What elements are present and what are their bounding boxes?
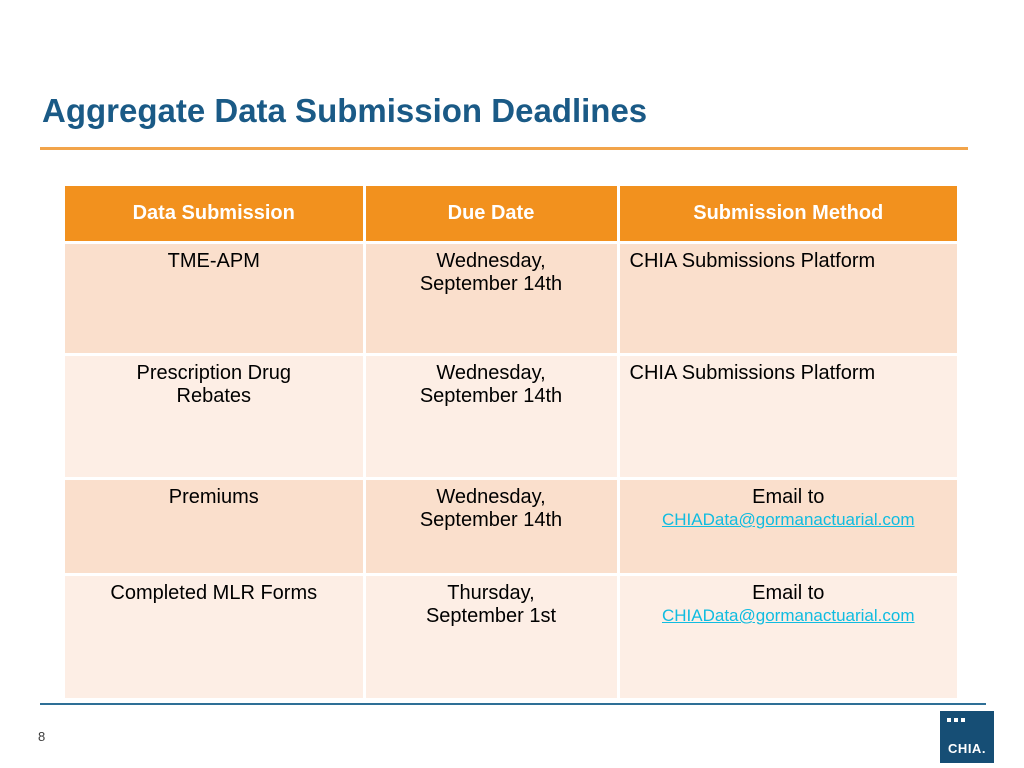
footer-divider: [40, 703, 986, 705]
title-underline-rule: [40, 147, 968, 150]
due-date-line-1: Thursday,: [447, 582, 535, 604]
table-row: TME-APM Wednesday, September 14th CHIA S…: [65, 241, 957, 355]
due-date-line-2: September 14th: [419, 385, 563, 407]
page-number: 8: [38, 729, 46, 744]
cell-submission-method: CHIA Submissions Platform: [616, 241, 957, 355]
deadlines-table: Data Submission Due Date Submission Meth…: [65, 186, 957, 698]
table-row: Completed MLR Forms Thursday, September …: [65, 573, 957, 698]
cell-data-submission: TME-APM: [65, 241, 366, 355]
due-date-line-2: September 14th: [419, 509, 563, 531]
cell-data-submission: Prescription Drug Rebates: [65, 353, 366, 479]
submission-line-2: Rebates: [176, 385, 252, 407]
due-date-line-1: Wednesday,: [436, 250, 546, 272]
due-date-line-1: Wednesday,: [436, 486, 546, 508]
chia-logo-wordmark: CHIA.: [948, 741, 986, 756]
email-link[interactable]: CHIAData@gormanactuarial.com: [630, 606, 948, 626]
chia-logo: CHIA.: [940, 711, 994, 763]
cell-data-submission: Premiums: [65, 477, 366, 575]
page-title: Aggregate Data Submission Deadlines: [42, 92, 648, 129]
table-header-row: Data Submission Due Date Submission Meth…: [65, 186, 957, 243]
cell-due-date: Thursday, September 1st: [362, 573, 620, 698]
cell-submission-method: CHIA Submissions Platform: [616, 353, 957, 479]
column-header-data-submission: Data Submission: [65, 186, 366, 243]
due-date-line-2: September 1st: [425, 605, 557, 627]
cell-submission-method: Email to CHIAData@gormanactuarial.com: [616, 573, 957, 698]
cell-data-submission: Completed MLR Forms: [65, 573, 366, 698]
table-row: Premiums Wednesday, September 14th Email…: [65, 477, 957, 575]
column-header-submission-method: Submission Method: [616, 186, 957, 243]
email-to-label: Email to: [752, 582, 825, 604]
due-date-line-2: September 14th: [419, 273, 563, 295]
cell-due-date: Wednesday, September 14th: [362, 241, 620, 355]
table-row: Prescription Drug Rebates Wednesday, Sep…: [65, 353, 957, 479]
email-link[interactable]: CHIAData@gormanactuarial.com: [630, 510, 948, 530]
email-to-label: Email to: [752, 486, 825, 508]
cell-submission-method: Email to CHIAData@gormanactuarial.com: [616, 477, 957, 575]
cell-due-date: Wednesday, September 14th: [362, 477, 620, 575]
submission-line-1: Prescription Drug: [136, 362, 291, 384]
cell-due-date: Wednesday, September 14th: [362, 353, 620, 479]
column-header-due-date: Due Date: [362, 186, 620, 243]
due-date-line-1: Wednesday,: [436, 362, 546, 384]
three-dots-icon: [947, 718, 965, 722]
